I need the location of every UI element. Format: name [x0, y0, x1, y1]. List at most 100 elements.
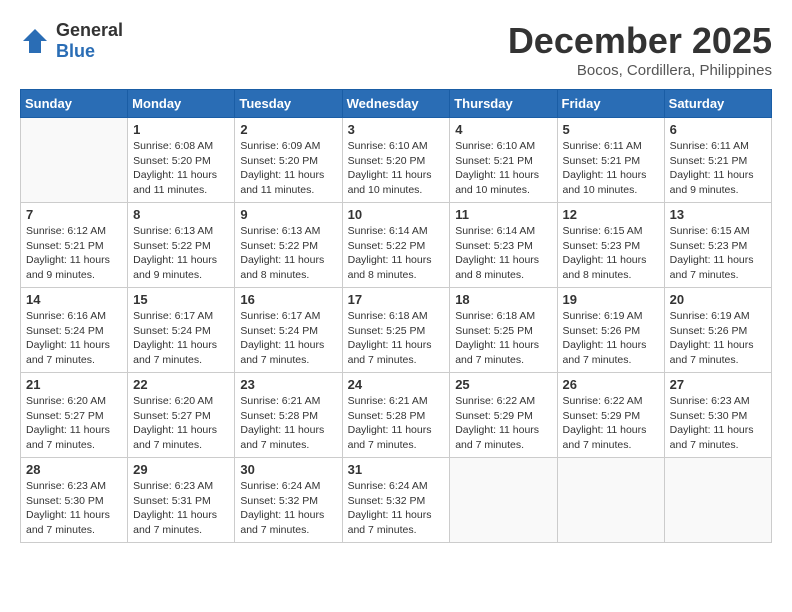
- day-info: Sunrise: 6:21 AMSunset: 5:28 PMDaylight:…: [240, 394, 336, 453]
- calendar-cell: 2 Sunrise: 6:09 AMSunset: 5:20 PMDaylight…: [235, 118, 342, 203]
- day-info: Sunrise: 6:15 AMSunset: 5:23 PMDaylight:…: [563, 224, 659, 283]
- day-info: Sunrise: 6:12 AMSunset: 5:21 PMDaylight:…: [26, 224, 122, 283]
- day-info: Sunrise: 6:13 AMSunset: 5:22 PMDaylight:…: [133, 224, 229, 283]
- col-header-monday: Monday: [128, 90, 235, 118]
- calendar-cell: [450, 458, 557, 543]
- day-number: 27: [670, 377, 766, 392]
- calendar-cell: 9 Sunrise: 6:13 AMSunset: 5:22 PMDaylight…: [235, 203, 342, 288]
- col-header-wednesday: Wednesday: [342, 90, 450, 118]
- day-number: 18: [455, 292, 551, 307]
- day-info: Sunrise: 6:08 AMSunset: 5:20 PMDaylight:…: [133, 139, 229, 198]
- day-info: Sunrise: 6:16 AMSunset: 5:24 PMDaylight:…: [26, 309, 122, 368]
- day-number: 20: [670, 292, 766, 307]
- calendar-table: SundayMondayTuesdayWednesdayThursdayFrid…: [20, 89, 772, 543]
- day-info: Sunrise: 6:11 AMSunset: 5:21 PMDaylight:…: [563, 139, 659, 198]
- day-number: 25: [455, 377, 551, 392]
- calendar-cell: 3 Sunrise: 6:10 AMSunset: 5:20 PMDaylight…: [342, 118, 450, 203]
- day-number: 26: [563, 377, 659, 392]
- day-number: 17: [348, 292, 445, 307]
- day-number: 9: [240, 207, 336, 222]
- calendar-cell: 31 Sunrise: 6:24 AMSunset: 5:32 PMDayligh…: [342, 458, 450, 543]
- day-info: Sunrise: 6:19 AMSunset: 5:26 PMDaylight:…: [563, 309, 659, 368]
- day-info: Sunrise: 6:14 AMSunset: 5:22 PMDaylight:…: [348, 224, 445, 283]
- calendar-cell: 27 Sunrise: 6:23 AMSunset: 5:30 PMDayligh…: [664, 373, 771, 458]
- day-info: Sunrise: 6:23 AMSunset: 5:30 PMDaylight:…: [670, 394, 766, 453]
- day-number: 29: [133, 462, 229, 477]
- day-number: 1: [133, 122, 229, 137]
- calendar-cell: [21, 118, 128, 203]
- day-info: Sunrise: 6:24 AMSunset: 5:32 PMDaylight:…: [240, 479, 336, 538]
- day-info: Sunrise: 6:13 AMSunset: 5:22 PMDaylight:…: [240, 224, 336, 283]
- day-info: Sunrise: 6:17 AMSunset: 5:24 PMDaylight:…: [240, 309, 336, 368]
- day-info: Sunrise: 6:23 AMSunset: 5:30 PMDaylight:…: [26, 479, 122, 538]
- week-row-4: 28 Sunrise: 6:23 AMSunset: 5:30 PMDayligh…: [21, 458, 772, 543]
- col-header-friday: Friday: [557, 90, 664, 118]
- day-number: 28: [26, 462, 122, 477]
- calendar-cell: 11Sunrise: 6:14 AMSunset: 5:23 PMDayligh…: [450, 203, 557, 288]
- month-title: December 2025: [508, 20, 772, 62]
- day-info: Sunrise: 6:18 AMSunset: 5:25 PMDaylight:…: [348, 309, 445, 368]
- calendar-cell: [664, 458, 771, 543]
- calendar-cell: 6 Sunrise: 6:11 AMSunset: 5:21 PMDaylight…: [664, 118, 771, 203]
- col-header-sunday: Sunday: [21, 90, 128, 118]
- calendar-cell: 7 Sunrise: 6:12 AMSunset: 5:21 PMDaylight…: [21, 203, 128, 288]
- week-row-0: 1 Sunrise: 6:08 AMSunset: 5:20 PMDaylight…: [21, 118, 772, 203]
- calendar-cell: 4Sunrise: 6:10 AMSunset: 5:21 PMDaylight…: [450, 118, 557, 203]
- week-row-3: 21 Sunrise: 6:20 AMSunset: 5:27 PMDayligh…: [21, 373, 772, 458]
- day-info: Sunrise: 6:24 AMSunset: 5:32 PMDaylight:…: [348, 479, 445, 538]
- calendar-cell: 25Sunrise: 6:22 AMSunset: 5:29 PMDayligh…: [450, 373, 557, 458]
- calendar-cell: 30 Sunrise: 6:24 AMSunset: 5:32 PMDayligh…: [235, 458, 342, 543]
- col-header-thursday: Thursday: [450, 90, 557, 118]
- day-info: Sunrise: 6:22 AMSunset: 5:29 PMDaylight:…: [563, 394, 659, 453]
- location: Bocos, Cordillera, Philippines: [508, 62, 772, 79]
- calendar-cell: 13Sunrise: 6:15 AMSunset: 5:23 PMDayligh…: [664, 203, 771, 288]
- title-area: December 2025 Bocos, Cordillera, Philipp…: [508, 20, 772, 79]
- logo-general-text: General Blue: [56, 20, 123, 62]
- day-info: Sunrise: 6:10 AMSunset: 5:20 PMDaylight:…: [348, 139, 445, 198]
- day-number: 31: [348, 462, 445, 477]
- day-number: 14: [26, 292, 122, 307]
- day-info: Sunrise: 6:23 AMSunset: 5:31 PMDaylight:…: [133, 479, 229, 538]
- day-number: 3: [348, 122, 445, 137]
- logo-icon: [20, 26, 50, 56]
- calendar-cell: [557, 458, 664, 543]
- calendar-cell: 10 Sunrise: 6:14 AMSunset: 5:22 PMDayligh…: [342, 203, 450, 288]
- day-number: 30: [240, 462, 336, 477]
- calendar-cell: 26 Sunrise: 6:22 AMSunset: 5:29 PMDayligh…: [557, 373, 664, 458]
- day-number: 23: [240, 377, 336, 392]
- day-number: 16: [240, 292, 336, 307]
- day-info: Sunrise: 6:18 AMSunset: 5:25 PMDaylight:…: [455, 309, 551, 368]
- day-number: 5: [563, 122, 659, 137]
- calendar-cell: 19Sunrise: 6:19 AMSunset: 5:26 PMDayligh…: [557, 288, 664, 373]
- calendar-header-row: SundayMondayTuesdayWednesdayThursdayFrid…: [21, 90, 772, 118]
- day-number: 6: [670, 122, 766, 137]
- calendar-cell: 5 Sunrise: 6:11 AMSunset: 5:21 PMDaylight…: [557, 118, 664, 203]
- page-header: General Blue December 2025 Bocos, Cordil…: [20, 20, 772, 79]
- day-number: 8: [133, 207, 229, 222]
- calendar-cell: 29 Sunrise: 6:23 AMSunset: 5:31 PMDayligh…: [128, 458, 235, 543]
- day-info: Sunrise: 6:09 AMSunset: 5:20 PMDaylight:…: [240, 139, 336, 198]
- week-row-1: 7 Sunrise: 6:12 AMSunset: 5:21 PMDaylight…: [21, 203, 772, 288]
- day-info: Sunrise: 6:10 AMSunset: 5:21 PMDaylight:…: [455, 139, 551, 198]
- day-number: 7: [26, 207, 122, 222]
- day-number: 24: [348, 377, 445, 392]
- day-number: 2: [240, 122, 336, 137]
- calendar-cell: 15Sunrise: 6:17 AMSunset: 5:24 PMDayligh…: [128, 288, 235, 373]
- calendar-cell: 28 Sunrise: 6:23 AMSunset: 5:30 PMDayligh…: [21, 458, 128, 543]
- day-number: 12: [563, 207, 659, 222]
- calendar-cell: 24 Sunrise: 6:21 AMSunset: 5:28 PMDayligh…: [342, 373, 450, 458]
- calendar-cell: 17 Sunrise: 6:18 AMSunset: 5:25 PMDayligh…: [342, 288, 450, 373]
- calendar-cell: 18 Sunrise: 6:18 AMSunset: 5:25 PMDayligh…: [450, 288, 557, 373]
- day-info: Sunrise: 6:21 AMSunset: 5:28 PMDaylight:…: [348, 394, 445, 453]
- calendar-cell: 12 Sunrise: 6:15 AMSunset: 5:23 PMDayligh…: [557, 203, 664, 288]
- day-number: 22: [133, 377, 229, 392]
- calendar-cell: 22 Sunrise: 6:20 AMSunset: 5:27 PMDayligh…: [128, 373, 235, 458]
- day-number: 21: [26, 377, 122, 392]
- day-info: Sunrise: 6:14 AMSunset: 5:23 PMDaylight:…: [455, 224, 551, 283]
- day-info: Sunrise: 6:20 AMSunset: 5:27 PMDaylight:…: [133, 394, 229, 453]
- calendar-cell: 1 Sunrise: 6:08 AMSunset: 5:20 PMDaylight…: [128, 118, 235, 203]
- day-info: Sunrise: 6:17 AMSunset: 5:24 PMDaylight:…: [133, 309, 229, 368]
- day-number: 13: [670, 207, 766, 222]
- day-number: 10: [348, 207, 445, 222]
- day-info: Sunrise: 6:11 AMSunset: 5:21 PMDaylight:…: [670, 139, 766, 198]
